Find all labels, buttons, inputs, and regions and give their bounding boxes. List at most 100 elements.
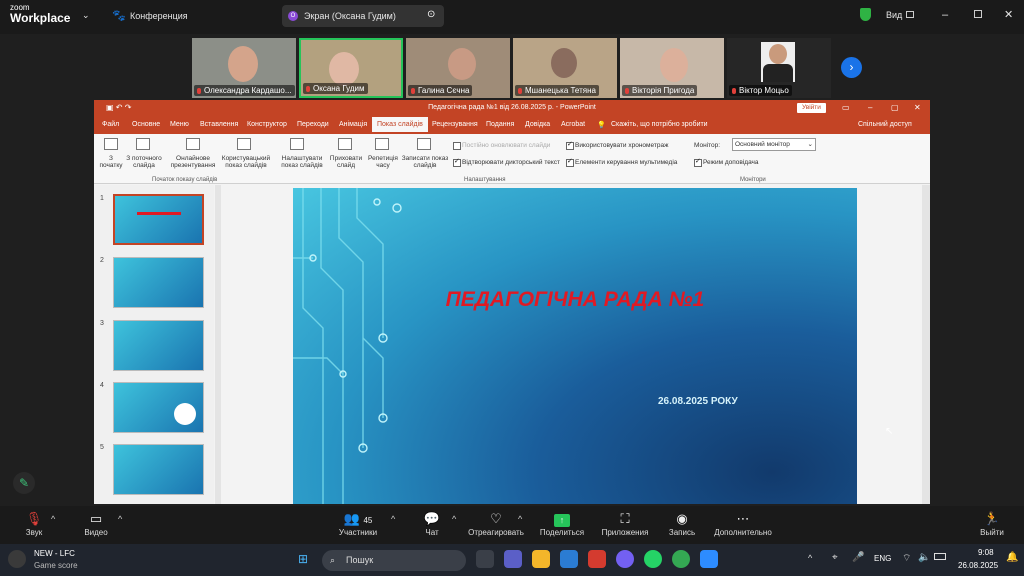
viber-icon[interactable]	[616, 550, 634, 568]
close-icon[interactable]: ✕	[1004, 8, 1013, 21]
news-title[interactable]: NEW - LFC	[34, 549, 75, 558]
windows-start-icon[interactable]: ⊞	[298, 552, 308, 566]
from-start-button[interactable]: З початку	[98, 155, 124, 169]
language-indicator[interactable]: ENG	[874, 554, 891, 563]
participant-tile[interactable]: Мшанецька Тетяна	[513, 38, 617, 98]
volume-icon[interactable]: 🔈	[918, 552, 930, 563]
chevron-up-icon[interactable]: ^	[391, 514, 395, 524]
zoom-taskbar-icon[interactable]	[700, 550, 718, 568]
cb-media-controls[interactable]: Елементи керування мультимедіа	[566, 157, 677, 167]
rehearse-icon	[375, 138, 389, 150]
clock-time[interactable]: 9:08	[978, 548, 994, 557]
setup-show-button[interactable]: Налаштувати показ слайдів	[278, 155, 326, 169]
cb-play-narration[interactable]: Відтворювати дикторський текст	[453, 157, 560, 167]
ribbon-options-icon[interactable]: ▭	[842, 100, 850, 116]
slide-thumbnail[interactable]	[113, 257, 204, 308]
slide-thumbnail[interactable]	[113, 444, 204, 495]
paw-icon: 🐾	[112, 10, 126, 22]
task-view-icon[interactable]	[476, 550, 494, 568]
file-explorer-icon[interactable]	[532, 550, 550, 568]
record-icon: ◉	[676, 511, 688, 526]
clock-date[interactable]: 26.08.2025	[958, 561, 998, 570]
participant-tile[interactable]: Віктор Моцьо	[727, 38, 831, 98]
ppt-restore-icon[interactable]: ▢	[891, 100, 899, 116]
next-page-icon[interactable]: ›	[841, 57, 862, 78]
shield-icon[interactable]	[860, 8, 871, 21]
news-widget-icon[interactable]	[8, 550, 26, 568]
tab-home[interactable]: Основне	[132, 121, 160, 128]
share-label: Поделиться	[539, 528, 585, 537]
minimize-icon[interactable]: –	[942, 9, 948, 21]
taskbar-search[interactable]: ⌕ Пошук	[322, 550, 466, 571]
chevron-up-icon[interactable]: ^	[452, 514, 456, 524]
chevron-down-icon[interactable]: ⌄	[82, 10, 90, 21]
tab-animations[interactable]: Анімація	[339, 121, 367, 128]
chevron-up-icon[interactable]: ^	[118, 514, 122, 524]
share-screen-button[interactable]: ↑ Поделиться	[532, 510, 592, 537]
tab-acrobat[interactable]: Acrobat	[561, 121, 585, 128]
edge-icon[interactable]	[560, 550, 578, 568]
more-button[interactable]: ⋯ Дополнительно	[708, 510, 778, 537]
participant-tile[interactable]: Галина Сєчна	[406, 38, 510, 98]
tab-transitions[interactable]: Переходи	[297, 121, 329, 128]
react-button[interactable]: ♡ Отреагировать	[466, 510, 526, 537]
thumbs-scrollbar[interactable]	[215, 185, 221, 504]
participant-face	[769, 44, 787, 64]
current-slide[interactable]: ПЕДАГОГІЧНА РАДА №1 26.08.2025 РОКУ	[293, 188, 857, 504]
ppt-title-bar: Педагогічна рада №1 від 26.08.2025 р. - …	[94, 100, 930, 116]
tab-insert[interactable]: Вставлення	[200, 121, 238, 128]
tab-file[interactable]: Файл	[102, 121, 119, 128]
monitor-select[interactable]: Основний монітор ⌄	[732, 138, 816, 151]
from-current-button[interactable]: З поточного слайда	[124, 155, 164, 169]
online-present-button[interactable]: Онлайнове презентування	[166, 155, 220, 169]
slide-thumbnail[interactable]	[113, 320, 204, 371]
record-button[interactable]: ◉ Запись	[652, 510, 712, 537]
ppt-minimize-icon[interactable]: –	[868, 100, 872, 116]
search-placeholder: Пошук	[346, 555, 374, 565]
cb-presenter-view[interactable]: Режим доповідача	[694, 157, 759, 167]
teams-icon[interactable]	[504, 550, 522, 568]
whatsapp-icon[interactable]	[644, 550, 662, 568]
screen-share-tab[interactable]: O Экран (Оксана Гудим) ⊙	[282, 5, 444, 27]
chevron-up-icon[interactable]: ^	[51, 514, 55, 524]
video-button[interactable]: ▭ Видео	[66, 510, 126, 537]
chrome-icon[interactable]	[672, 550, 690, 568]
save-icon[interactable]: ▣ ↶ ↷	[106, 100, 131, 116]
chat-label: Чат	[425, 528, 439, 537]
hide-slide-button[interactable]: Приховати слайд	[328, 155, 364, 169]
tab-design[interactable]: Конструктор	[247, 121, 287, 128]
tab-view[interactable]: Подання	[486, 121, 514, 128]
tab-slideshow[interactable]: Показ слайдів	[372, 117, 428, 132]
cb-keep-updated[interactable]: Постійно оновлювати слайди	[453, 142, 550, 150]
notifications-icon[interactable]: 🔔	[1006, 552, 1018, 563]
more-options-icon[interactable]: ⊙	[427, 9, 435, 20]
participant-tile[interactable]: Олександра Кардашо...	[192, 38, 296, 98]
tab-review[interactable]: Рецензування	[432, 121, 478, 128]
share-button[interactable]: Спільний доступ	[858, 121, 912, 128]
opera-icon[interactable]	[588, 550, 606, 568]
slide-thumbnail[interactable]	[113, 382, 204, 433]
tab-menu[interactable]: Меню	[170, 121, 189, 128]
pen-icon[interactable]: ✎	[13, 472, 35, 494]
view-button[interactable]: Вид	[886, 10, 902, 20]
wifi-icon[interactable]: ⌔	[902, 552, 911, 565]
tell-me-search[interactable]: Скажіть, що потрібно зробити	[611, 121, 708, 128]
custom-show-button[interactable]: Користувацький показ слайдів	[220, 155, 272, 169]
tab-help[interactable]: Довідка	[525, 121, 550, 128]
chevron-up-icon[interactable]: ^	[518, 514, 522, 524]
rehearse-button[interactable]: Репетиція часу	[366, 155, 400, 169]
cb-use-timings[interactable]: Використовувати хронометраж	[566, 140, 668, 150]
participant-tile[interactable]: Оксана Гудим	[299, 38, 403, 98]
tray-chevron-icon[interactable]: ^	[808, 553, 812, 563]
slide-thumbnail[interactable]	[113, 194, 204, 245]
participant-tile[interactable]: Вікторія Пригода	[620, 38, 724, 98]
sign-in-button[interactable]: Увійти	[797, 103, 826, 113]
apps-button[interactable]: ⛶ Приложения	[595, 510, 655, 537]
slide-scrollbar[interactable]	[922, 185, 930, 504]
record-show-button[interactable]: Записати показ слайдів	[401, 155, 449, 169]
restore-icon[interactable]	[974, 10, 982, 18]
ppt-close-icon[interactable]: ✕	[914, 100, 921, 116]
participants-button[interactable]: 👥 45 Участники	[328, 510, 388, 537]
leave-button[interactable]: 🏃 Выйти	[962, 510, 1022, 537]
conference-label[interactable]: Конференция	[130, 11, 188, 21]
